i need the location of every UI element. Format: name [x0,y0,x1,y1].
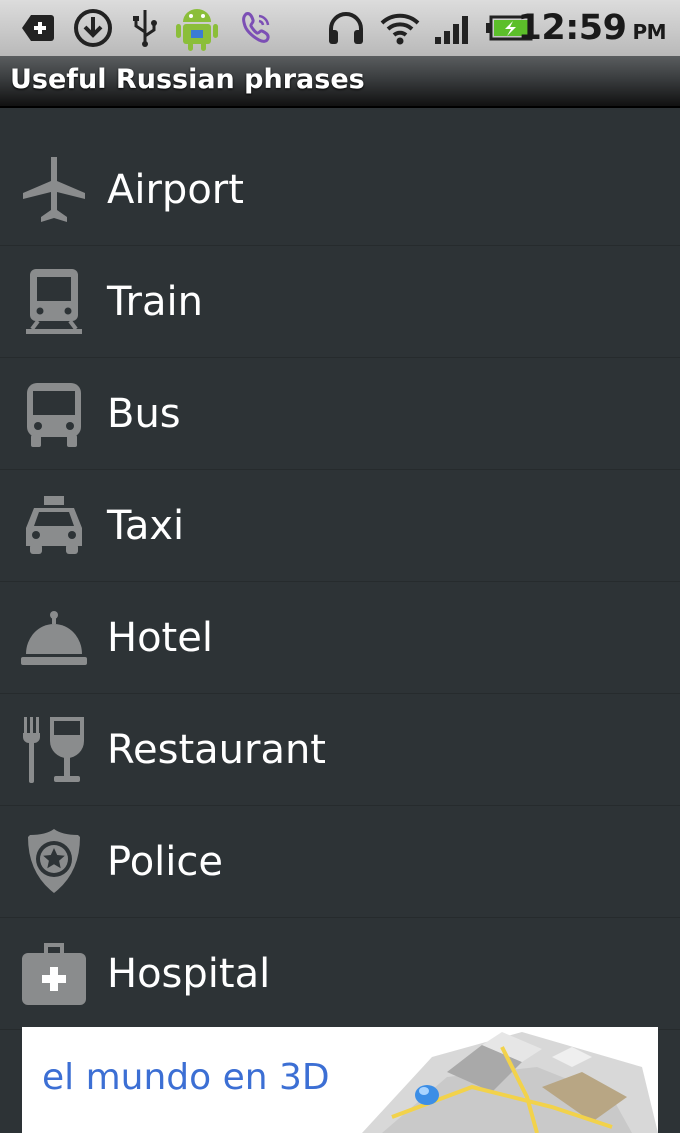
list-item-taxi[interactable]: Taxi [0,470,680,582]
headphones-icon [325,6,367,50]
list-item-label: Airport [107,166,244,213]
app-title: Useful Russian phrases [10,64,365,95]
phrase-category-list: Airport Train Bus Taxi Hotel Restaurant [0,134,680,1030]
airplane-icon [20,154,88,226]
list-item-label: Restaurant [107,726,326,773]
bell-icon [20,602,88,674]
train-icon [20,266,88,338]
list-item-label: Hotel [107,614,213,661]
list-item-label: Hospital [107,950,271,997]
list-item-restaurant[interactable]: Restaurant [0,694,680,806]
list-item-label: Train [107,278,203,325]
list-item-train[interactable]: Train [0,246,680,358]
taxi-icon [20,490,88,562]
list-item-hospital[interactable]: Hospital [0,918,680,1030]
download-icon [72,6,114,50]
wifi-icon [378,6,422,50]
ad-text: el mundo en 3D [42,1057,330,1098]
badge-icon [20,826,88,898]
signal-icon [432,6,474,50]
list-item-bus[interactable]: Bus [0,358,680,470]
clock-ampm: PM [632,20,666,44]
list-item-airport[interactable]: Airport [0,134,680,246]
list-item-police[interactable]: Police [0,806,680,918]
fork-wine-icon [20,714,88,786]
status-clock: 12:59 PM [517,5,667,51]
list-item-hotel[interactable]: Hotel [0,582,680,694]
android-icon [172,6,222,51]
list-item-label: Police [107,838,223,885]
bus-icon [20,378,88,450]
status-bar: 12:59 PM [0,0,680,56]
ad-3d-map-image [352,1027,658,1133]
first-aid-icon [20,938,88,1010]
usb-icon [128,6,162,50]
ad-banner[interactable]: el mundo en 3D [22,1027,658,1133]
list-item-label: Bus [107,390,181,437]
clock-time: 12:59 [517,8,627,48]
viber-icon [236,6,276,50]
title-bar: Useful Russian phrases [0,56,680,108]
list-item-label: Taxi [107,502,185,549]
add-notification-icon [20,6,56,50]
